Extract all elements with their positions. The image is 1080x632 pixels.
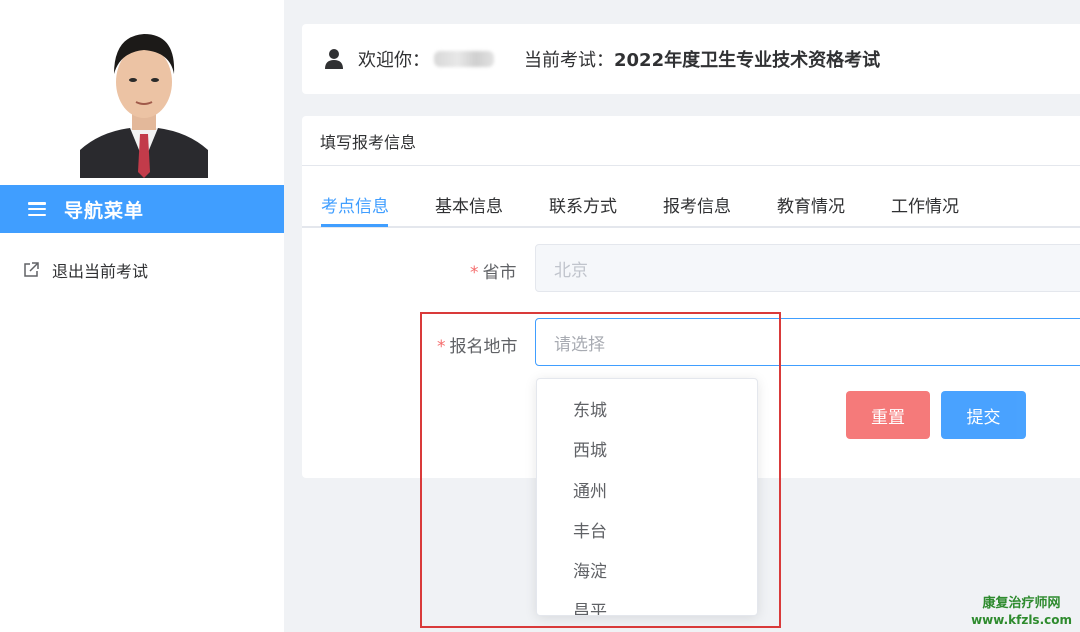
- sidebar: 导航菜单 退出当前考试: [0, 0, 284, 632]
- avatar-photo: [80, 22, 208, 178]
- exam-name: 2022年度卫生专业技术资格考试: [614, 50, 881, 71]
- user-icon: [325, 49, 343, 69]
- reset-button[interactable]: 重置: [846, 391, 930, 439]
- province-label: * 省市: [470, 258, 517, 283]
- tab-basic-info[interactable]: 基本信息: [435, 192, 503, 217]
- province-label-text: 省市: [482, 263, 517, 283]
- menu-icon: [28, 202, 46, 216]
- tab-work[interactable]: 工作情况: [891, 192, 959, 217]
- watermark-line2: www.kfzls.com: [971, 613, 1072, 627]
- tab-contact[interactable]: 联系方式: [549, 192, 617, 217]
- nav-menu-header[interactable]: 导航菜单: [0, 185, 284, 233]
- tab-application[interactable]: 报考信息: [663, 192, 731, 217]
- annotation-box: [420, 312, 781, 628]
- required-mark: *: [470, 263, 479, 283]
- tab-exam-site[interactable]: 考点信息: [321, 192, 389, 217]
- province-input: 北京: [535, 244, 1080, 292]
- active-tab-indicator: [321, 224, 388, 227]
- external-link-icon: [24, 262, 39, 277]
- form-tabs: 考点信息 基本信息 联系方式 报考信息 教育情况 工作情况: [302, 178, 1080, 228]
- exam-label: 当前考试：: [524, 50, 614, 71]
- welcome-label: 欢迎你：: [358, 50, 430, 71]
- submit-button[interactable]: 提交: [941, 391, 1026, 439]
- watermark: 康复治疗师网 www.kfzls.com: [971, 596, 1072, 628]
- blurred-username: [434, 51, 494, 67]
- card-title: 填写报考信息: [302, 116, 1080, 166]
- nav-menu-title: 导航菜单: [64, 199, 145, 222]
- sidebar-item-exit-exam[interactable]: 退出当前考试: [0, 248, 284, 292]
- avatar: [80, 22, 208, 178]
- watermark-line1: 康复治疗师网: [982, 596, 1061, 611]
- sidebar-item-label: 退出当前考试: [52, 262, 149, 281]
- welcome-bar: 欢迎你： 当前考试： 2022年度卫生专业技术资格考试: [302, 24, 1080, 94]
- tab-education[interactable]: 教育情况: [777, 192, 845, 217]
